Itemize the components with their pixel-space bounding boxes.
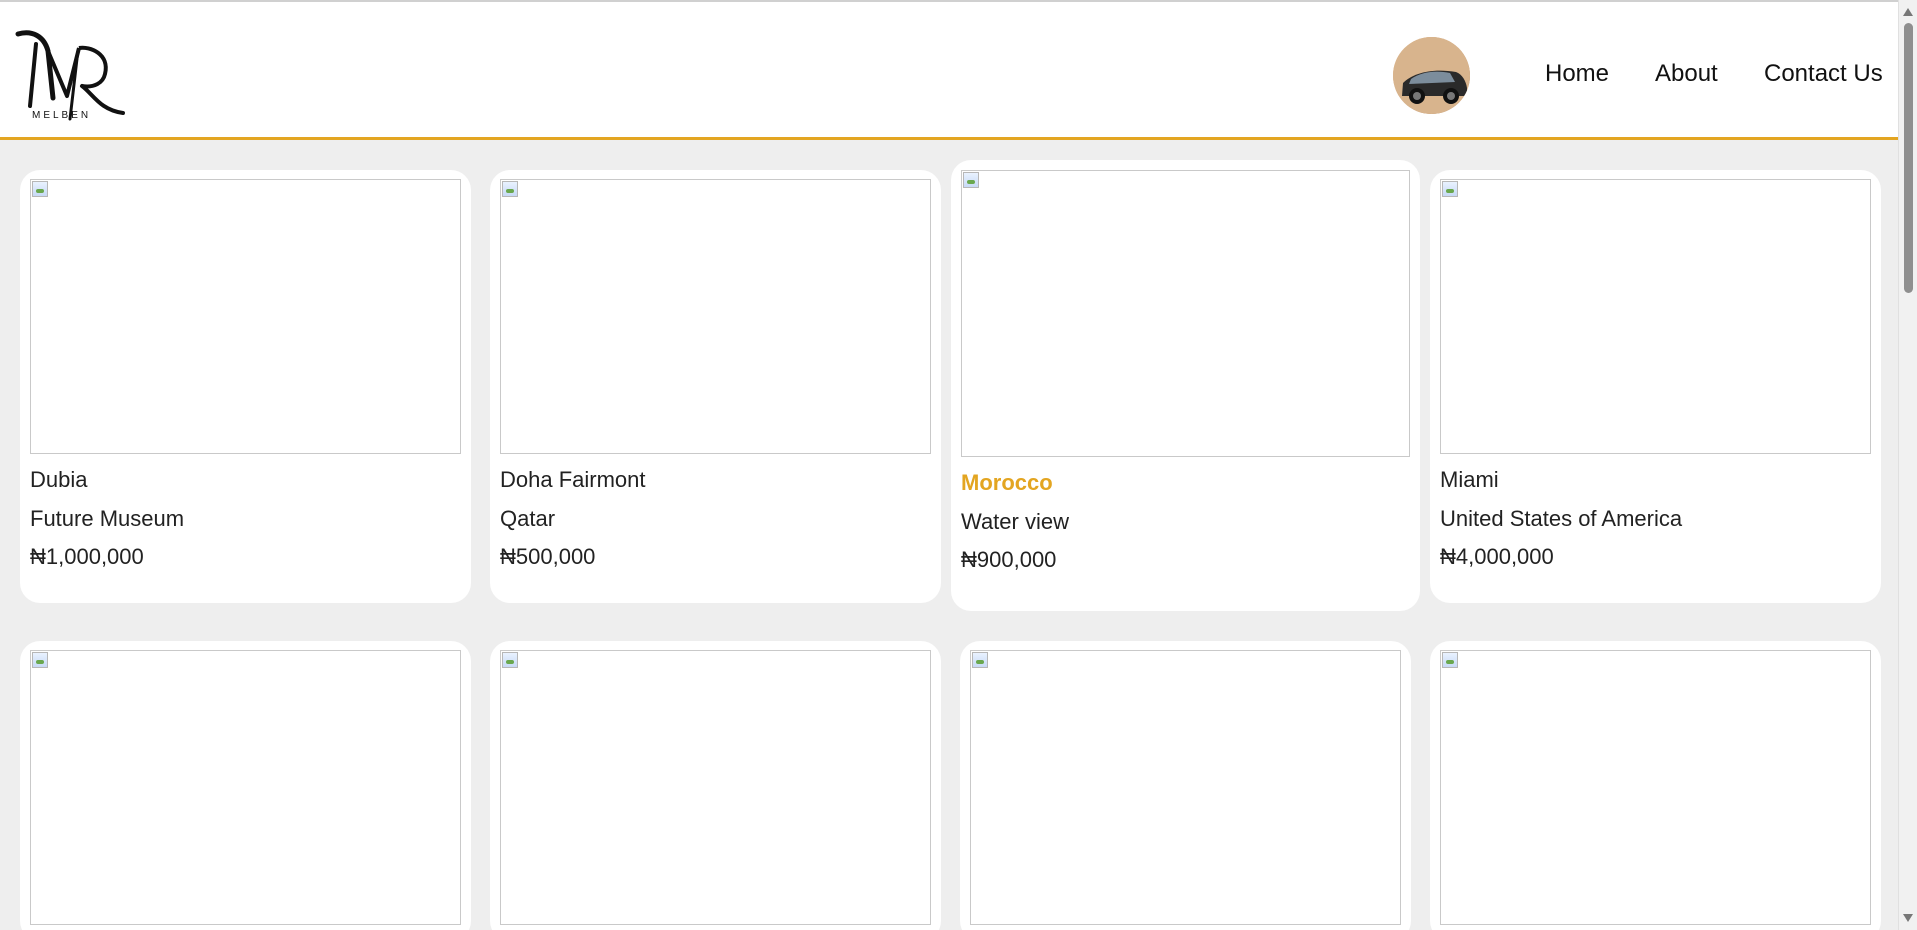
broken-image-icon bbox=[1442, 652, 1458, 668]
destination-image[interactable] bbox=[500, 179, 931, 454]
destination-image[interactable] bbox=[961, 170, 1410, 457]
brand-name: MELBEN bbox=[32, 110, 91, 121]
card-subtitle: Qatar bbox=[500, 506, 556, 531]
scrollbar-thumb[interactable] bbox=[1904, 23, 1913, 293]
card-price: ₦900,000 bbox=[961, 547, 1057, 572]
site-header: MELBEN Home About Contact Us bbox=[0, 2, 1898, 140]
nav-contact-us[interactable]: Contact Us bbox=[1764, 60, 1883, 88]
destination-card[interactable] bbox=[1430, 641, 1881, 930]
vertical-scrollbar[interactable] bbox=[1898, 0, 1917, 930]
destination-card[interactable]: Doha Fairmont Qatar ₦500,000 bbox=[490, 170, 941, 603]
destination-image[interactable] bbox=[970, 650, 1401, 925]
destination-image[interactable] bbox=[500, 650, 931, 925]
destination-image[interactable] bbox=[30, 179, 461, 454]
brand-logo-icon: MELBEN bbox=[15, 30, 125, 121]
scroll-down-icon[interactable] bbox=[1903, 914, 1913, 922]
destination-card[interactable]: Morocco Water view ₦900,000 bbox=[951, 160, 1420, 611]
card-title: Miami bbox=[1440, 467, 1499, 492]
destination-card[interactable]: Dubia Future Museum ₦1,000,000 bbox=[20, 170, 471, 603]
broken-image-icon bbox=[32, 652, 48, 668]
destination-card[interactable] bbox=[490, 641, 941, 930]
card-price: ₦4,000,000 bbox=[1440, 544, 1554, 569]
card-title: Morocco bbox=[961, 470, 1053, 495]
card-subtitle: Future Museum bbox=[30, 506, 185, 531]
card-title: Doha Fairmont bbox=[500, 467, 646, 492]
card-price: ₦1,000,000 bbox=[30, 544, 144, 569]
broken-image-icon bbox=[502, 181, 518, 197]
destination-card[interactable]: Miami United States of America ₦4,000,000 bbox=[1430, 170, 1881, 603]
broken-image-icon bbox=[32, 181, 48, 197]
nav-about[interactable]: About bbox=[1655, 60, 1718, 88]
scroll-up-icon[interactable] bbox=[1903, 8, 1913, 16]
brand-logo[interactable]: MELBEN bbox=[12, 16, 128, 126]
nav-home[interactable]: Home bbox=[1545, 60, 1609, 88]
broken-image-icon bbox=[963, 172, 979, 188]
card-price: ₦500,000 bbox=[500, 544, 596, 569]
broken-image-icon bbox=[972, 652, 988, 668]
card-title: Dubia bbox=[30, 467, 88, 492]
broken-image-icon bbox=[502, 652, 518, 668]
page-viewport: MELBEN Home About Contact Us Dubia Future… bbox=[0, 0, 1898, 930]
destination-image[interactable] bbox=[1440, 650, 1871, 925]
destination-card[interactable] bbox=[20, 641, 471, 930]
destination-card[interactable] bbox=[960, 641, 1411, 930]
car-avatar-icon bbox=[1393, 37, 1470, 114]
destination-image[interactable] bbox=[30, 650, 461, 925]
broken-image-icon bbox=[1442, 181, 1458, 197]
card-subtitle: United States of America bbox=[1440, 506, 1683, 531]
card-subtitle: Water view bbox=[961, 509, 1069, 534]
profile-avatar[interactable] bbox=[1393, 37, 1470, 114]
destination-image[interactable] bbox=[1440, 179, 1871, 454]
